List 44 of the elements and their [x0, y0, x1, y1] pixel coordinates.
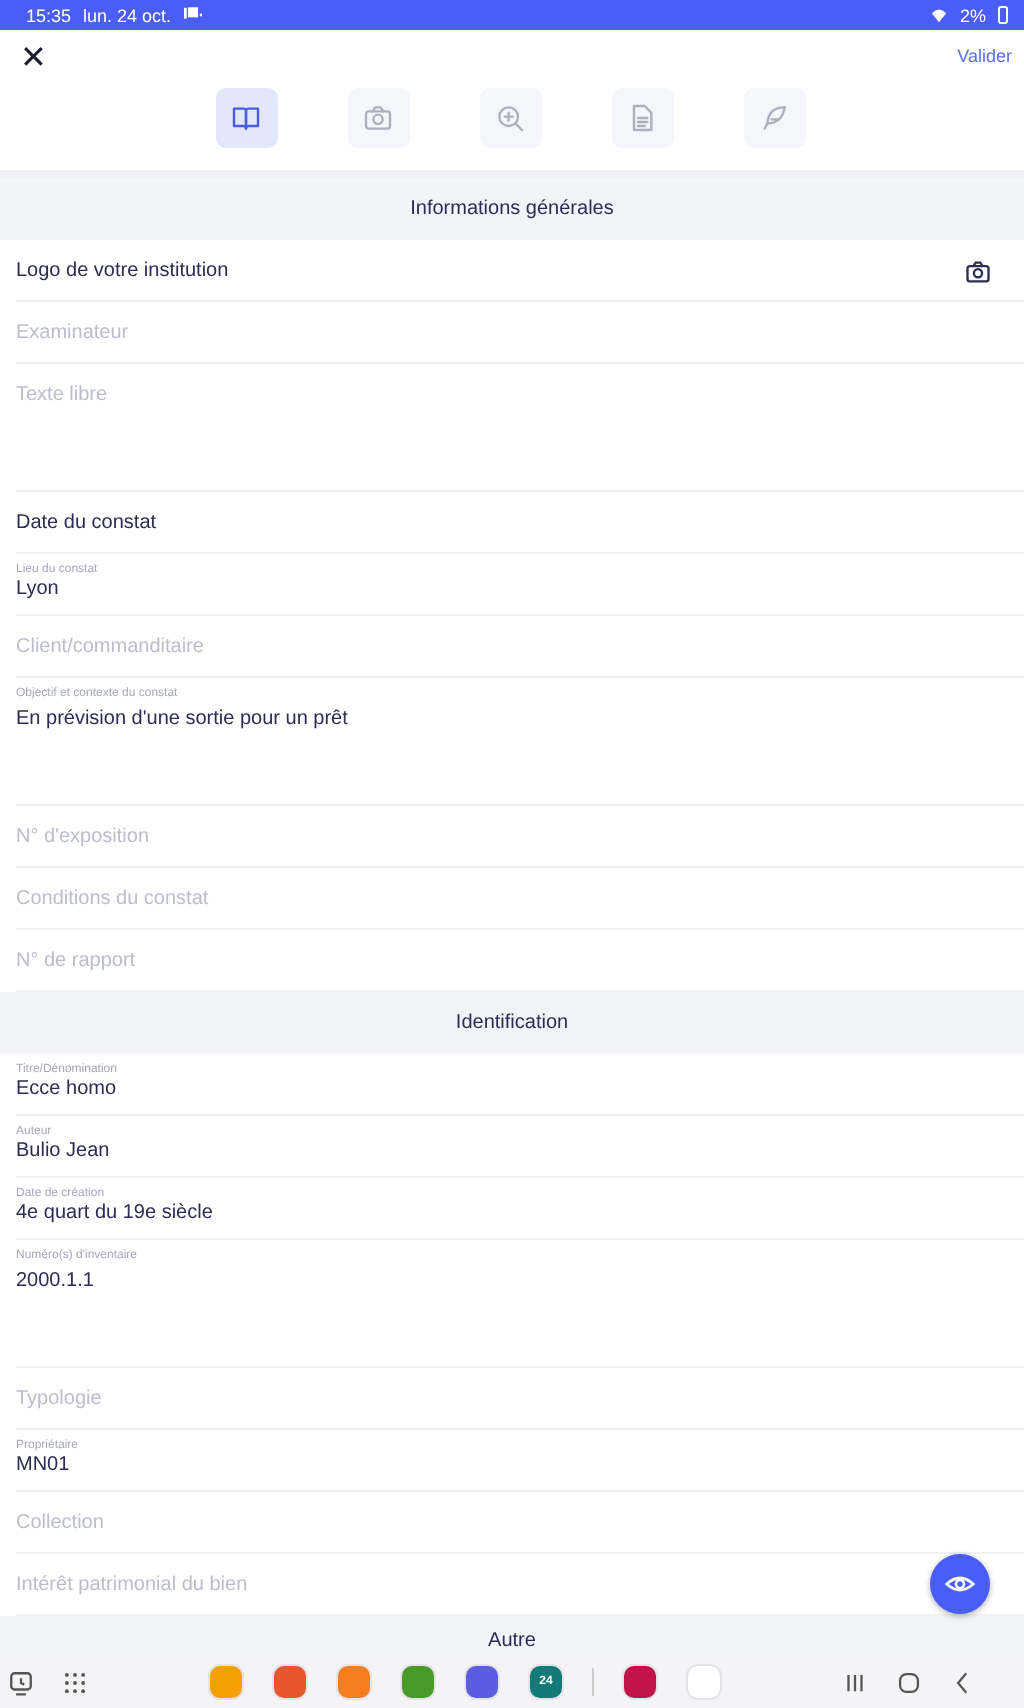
home-icon[interactable]: [896, 1669, 922, 1695]
input-field[interactable]: Texte libre: [16, 364, 1024, 426]
recent-apps-icon[interactable]: [842, 1669, 868, 1695]
section-title: Informations générales: [410, 198, 614, 220]
app-icon[interactable]: [272, 1664, 308, 1700]
field-label[interactable]: Date du constat: [16, 512, 157, 534]
preview-button[interactable]: [930, 1554, 990, 1614]
camera-icon[interactable]: [964, 257, 992, 285]
close-button[interactable]: ✕: [12, 37, 55, 75]
input-field[interactable]: Client/commanditaire: [16, 616, 1024, 678]
book-icon[interactable]: [230, 102, 262, 134]
section-title: Identification: [455, 1012, 569, 1034]
validate-button[interactable]: Valider: [957, 46, 1012, 66]
battery-level: 2%: [959, 5, 986, 25]
input-field[interactable]: N° de rapport: [16, 930, 1024, 992]
feather-icon[interactable]: [758, 102, 790, 134]
input-field[interactable]: Conditions du constat: [16, 868, 1024, 930]
app-icon[interactable]: [400, 1664, 436, 1700]
input-field[interactable]: N° d'exposition: [16, 806, 1024, 868]
status-date: lun. 24 oct.: [83, 5, 172, 25]
field-value: Bulio Jean: [16, 1140, 110, 1162]
app-icon[interactable]: [464, 1664, 500, 1700]
section-title: Autre: [488, 1630, 536, 1652]
field-value: MN01: [16, 1454, 72, 1476]
tab[interactable]: [215, 88, 277, 148]
zoom-in-icon[interactable]: [494, 102, 526, 134]
field-value: Ecce homo: [16, 1078, 117, 1100]
field-value: 4e quart du 19e siècle: [16, 1202, 213, 1224]
notification-icons: [183, 6, 202, 24]
field-label[interactable]: Logo de votre institution: [16, 260, 229, 282]
field-value: 2000.1.1: [16, 1270, 96, 1292]
input-field[interactable]: Examinateur: [16, 302, 1024, 364]
input-field[interactable]: Typologie: [16, 1368, 1024, 1430]
field-value: En prévision d'une sortie pour un prêt: [16, 708, 348, 730]
input-field[interactable]: Intérêt patrimonial du bien: [16, 1554, 1024, 1616]
battery-icon: [998, 6, 1008, 24]
app-icon[interactable]: [622, 1664, 658, 1700]
input-field[interactable]: Collection: [16, 1492, 1024, 1554]
status-time: 15:35: [26, 5, 72, 25]
field-value: Lyon: [16, 578, 61, 600]
app-icon[interactable]: [336, 1664, 372, 1700]
apps-grid-icon[interactable]: [62, 1669, 88, 1695]
wifi-icon: [929, 6, 948, 24]
screen-icon[interactable]: [8, 1669, 34, 1695]
